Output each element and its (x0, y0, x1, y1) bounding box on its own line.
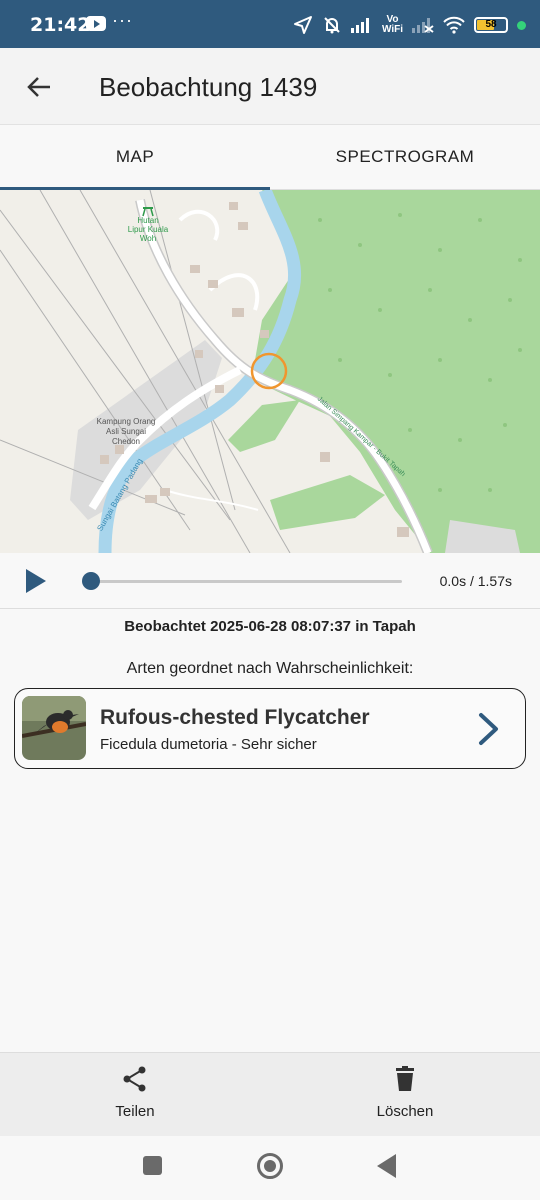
more-notifications-indicator: ··· (112, 10, 133, 30)
map-label-kampung-2: Asli Sungai (106, 427, 146, 436)
recent-apps-icon[interactable] (143, 1156, 162, 1175)
vowifi-line-2: WiFi (381, 24, 403, 35)
small-road (178, 209, 220, 241)
signal-off-icon (412, 18, 434, 33)
tab-bar: MAP SPECTROGRAM (0, 126, 540, 190)
share-button[interactable]: Teilen (55, 1065, 215, 1120)
status-bar: 21:42 ··· Vo WiFi 58 (0, 0, 540, 48)
dirt-track (164, 489, 259, 511)
wifi-icon (443, 16, 465, 34)
progress-thumb[interactable] (82, 572, 100, 590)
share-icon (123, 1066, 146, 1092)
species-common-name: Rufous-chested Flycatcher (100, 706, 370, 729)
species-card[interactable]: Rufous-chested Flycatcher Ficedula dumet… (14, 688, 526, 769)
trash-icon (396, 1066, 414, 1091)
system-nav-bar (0, 1136, 540, 1200)
observed-text: Beobachtet 2025-06-28 08:07:37 in Tapah (124, 618, 416, 635)
map-label-hutan-1: Hutan (137, 216, 158, 225)
playback-time: 0.0s / 1.57s (439, 573, 512, 589)
app-bar: Beobachtung 1439 (0, 48, 540, 125)
notification-dot-icon (517, 20, 526, 30)
tab-map[interactable]: MAP (0, 126, 270, 190)
bird-photo (22, 696, 86, 760)
play-icon[interactable] (24, 567, 48, 595)
vowifi-icon: Vo WiFi (382, 15, 403, 35)
status-icons: Vo WiFi 58 (293, 12, 526, 38)
location-arrow-icon (293, 16, 312, 34)
map-label-hutan-2: Lipur Kuala (128, 225, 169, 234)
delete-button[interactable]: Löschen (325, 1065, 485, 1120)
map-label-kampung-1: Kampung Orang (97, 417, 156, 426)
status-time: 21:42 (30, 14, 91, 36)
page-title: Beobachtung 1439 (99, 72, 318, 102)
species-subtitle: Ficedula dumetoria - Sehr sicher (100, 736, 317, 753)
tab-spectrogram[interactable]: SPECTROGRAM (270, 126, 540, 189)
audio-player: 0.0s / 1.57s (0, 553, 540, 609)
youtube-icon (86, 16, 106, 31)
map-label-kampung-3: Chedon (112, 437, 140, 446)
share-label: Teilen (115, 1103, 155, 1120)
chevron-right-icon[interactable] (477, 711, 501, 747)
battery-level: 58 (485, 19, 497, 30)
map-view[interactable]: Hutan Lipur Kuala Woh Kampung Orang Asli… (0, 190, 540, 553)
signal-icon (350, 18, 369, 33)
arrow-left-icon[interactable] (22, 70, 56, 104)
progress-track[interactable] (88, 580, 402, 583)
delete-label: Löschen (376, 1103, 434, 1120)
map-canvas: Hutan Lipur Kuala Woh Kampung Orang Asli… (0, 190, 540, 553)
back-triangle-icon[interactable] (377, 1154, 396, 1178)
forest-patch-2 (270, 475, 385, 530)
bottom-action-bar: Teilen Löschen (0, 1052, 540, 1136)
home-icon[interactable] (257, 1153, 283, 1179)
map-label-hutan-3: Woh (140, 234, 156, 243)
species-heading: Arten geordnet nach Wahrscheinlichkeit: (126, 660, 414, 677)
battery-icon: 58 (474, 17, 508, 33)
bell-off-icon (324, 17, 340, 34)
forest-patch (228, 400, 300, 452)
